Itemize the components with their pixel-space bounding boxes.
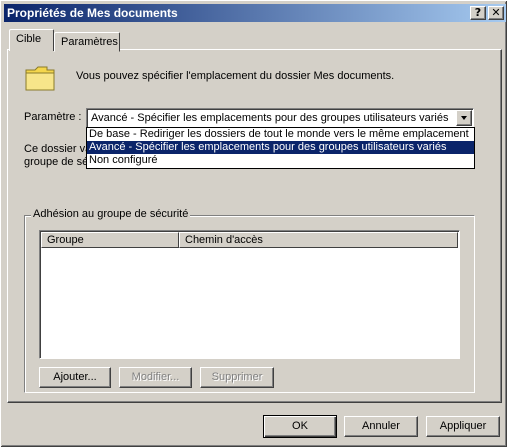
apply-button[interactable]: Appliquer: [426, 416, 500, 437]
description-line-2: groupe de sé: [24, 156, 86, 168]
membership-title: Adhésion au groupe de sécurité: [31, 208, 191, 220]
title-bar[interactable]: Propriétés de Mes documents ? ✕: [4, 4, 506, 22]
description-line-1: Ce dossier va: [24, 143, 86, 155]
setting-selected-value: Avancé - Spécifier les emplacements pour…: [91, 112, 449, 124]
setting-label: Paramètre :: [24, 111, 82, 123]
add-button[interactable]: Ajouter...: [39, 367, 111, 388]
option-de-base[interactable]: De base - Rediriger les dossiers de tout…: [87, 128, 474, 141]
intro-text: Vous pouvez spécifier l'emplacement du d…: [76, 70, 395, 82]
window-title: Propriétés de Mes documents: [7, 6, 178, 20]
folder-icon: [25, 66, 55, 91]
tab-cible[interactable]: Cible: [9, 29, 54, 51]
column-header-groupe[interactable]: Groupe: [41, 232, 179, 248]
description-text: Ce dossier va groupe de sé: [24, 143, 86, 171]
ok-button[interactable]: OK: [263, 415, 337, 438]
close-button[interactable]: ✕: [488, 6, 504, 20]
remove-button[interactable]: Supprimer: [200, 367, 274, 388]
setting-select[interactable]: Avancé - Spécifier les emplacements pour…: [86, 108, 474, 128]
cancel-button[interactable]: Annuler: [344, 416, 418, 437]
chevron-down-icon[interactable]: [456, 110, 472, 126]
setting-dropdown-list[interactable]: De base - Rediriger les dossiers de tout…: [86, 127, 475, 169]
properties-dialog: Propriétés de Mes documents ? ✕ Cible Pa…: [0, 0, 508, 448]
help-button[interactable]: ?: [470, 6, 486, 20]
membership-list[interactable]: Groupe Chemin d'accès: [39, 230, 460, 359]
column-header-chemin[interactable]: Chemin d'accès: [179, 232, 458, 248]
modify-button[interactable]: Modifier...: [119, 367, 192, 388]
option-non-configure[interactable]: Non configuré: [87, 154, 474, 167]
option-avance[interactable]: Avancé - Spécifier les emplacements pour…: [87, 141, 474, 154]
tab-parametres[interactable]: Paramètres: [54, 32, 120, 52]
